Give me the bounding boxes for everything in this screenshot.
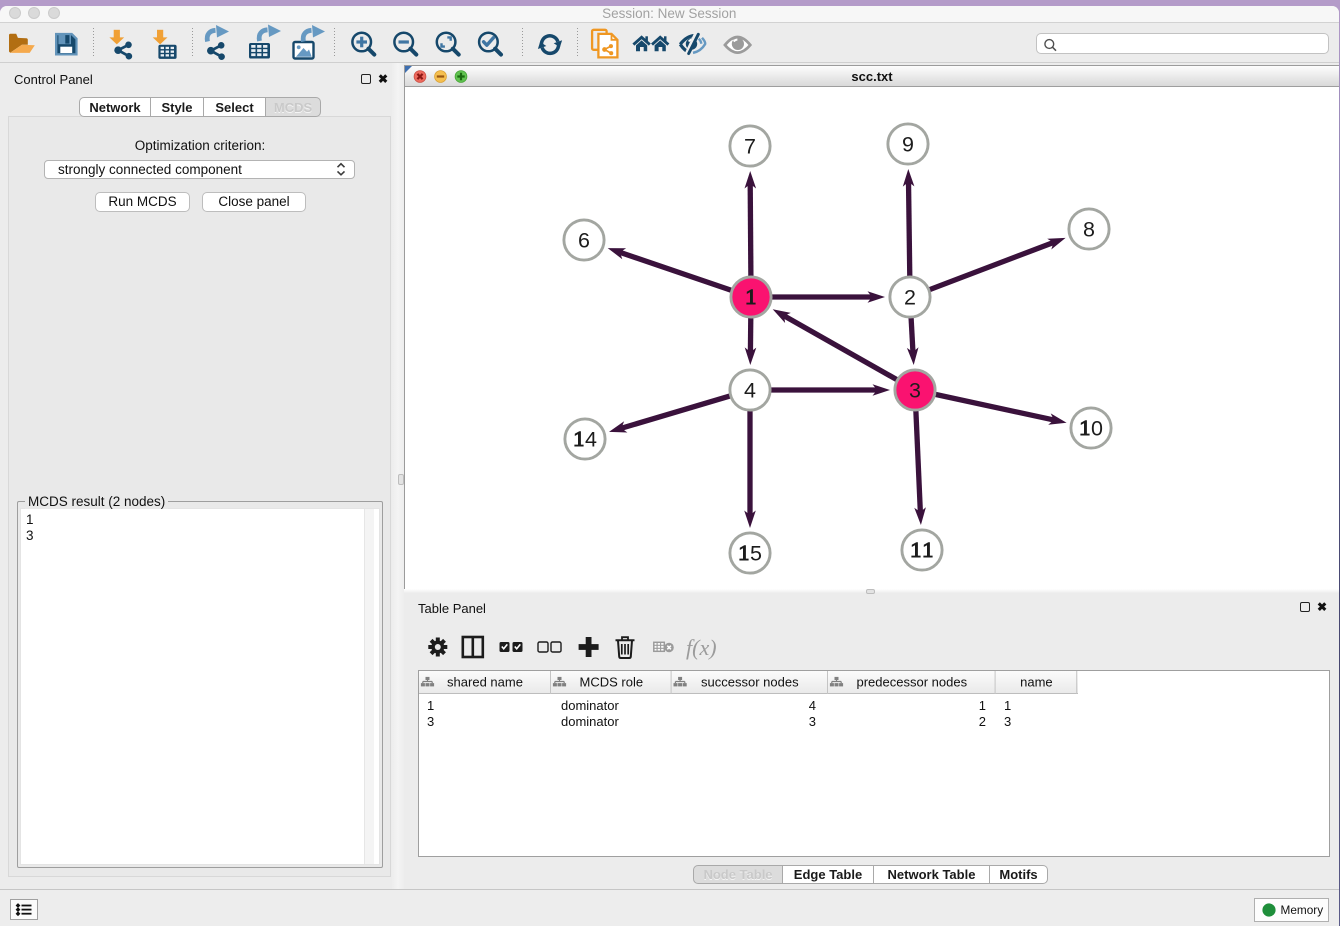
svg-text:5: 5 [750, 542, 762, 566]
svg-text:4: 4 [585, 428, 597, 452]
svg-text:9: 9 [902, 133, 914, 157]
svg-text:7: 7 [744, 135, 756, 159]
svg-text:name: name [1020, 675, 1053, 690]
svg-text:8: 8 [1083, 218, 1095, 242]
svg-text:successor nodes: successor nodes [701, 675, 799, 690]
svg-text:3: 3 [909, 379, 921, 403]
svg-text:4: 4 [744, 379, 756, 403]
svg-text:f(x): f(x) [686, 635, 717, 660]
svg-text:2: 2 [904, 286, 916, 310]
svg-text:shared name: shared name [447, 675, 523, 690]
svg-text:0: 0 [1091, 417, 1103, 441]
svg-text:MCDS role: MCDS role [580, 675, 644, 690]
svg-text:6: 6 [578, 229, 590, 253]
svg-text:Memory: Memory [1281, 903, 1324, 917]
svg-text:predecessor nodes: predecessor nodes [857, 675, 968, 690]
